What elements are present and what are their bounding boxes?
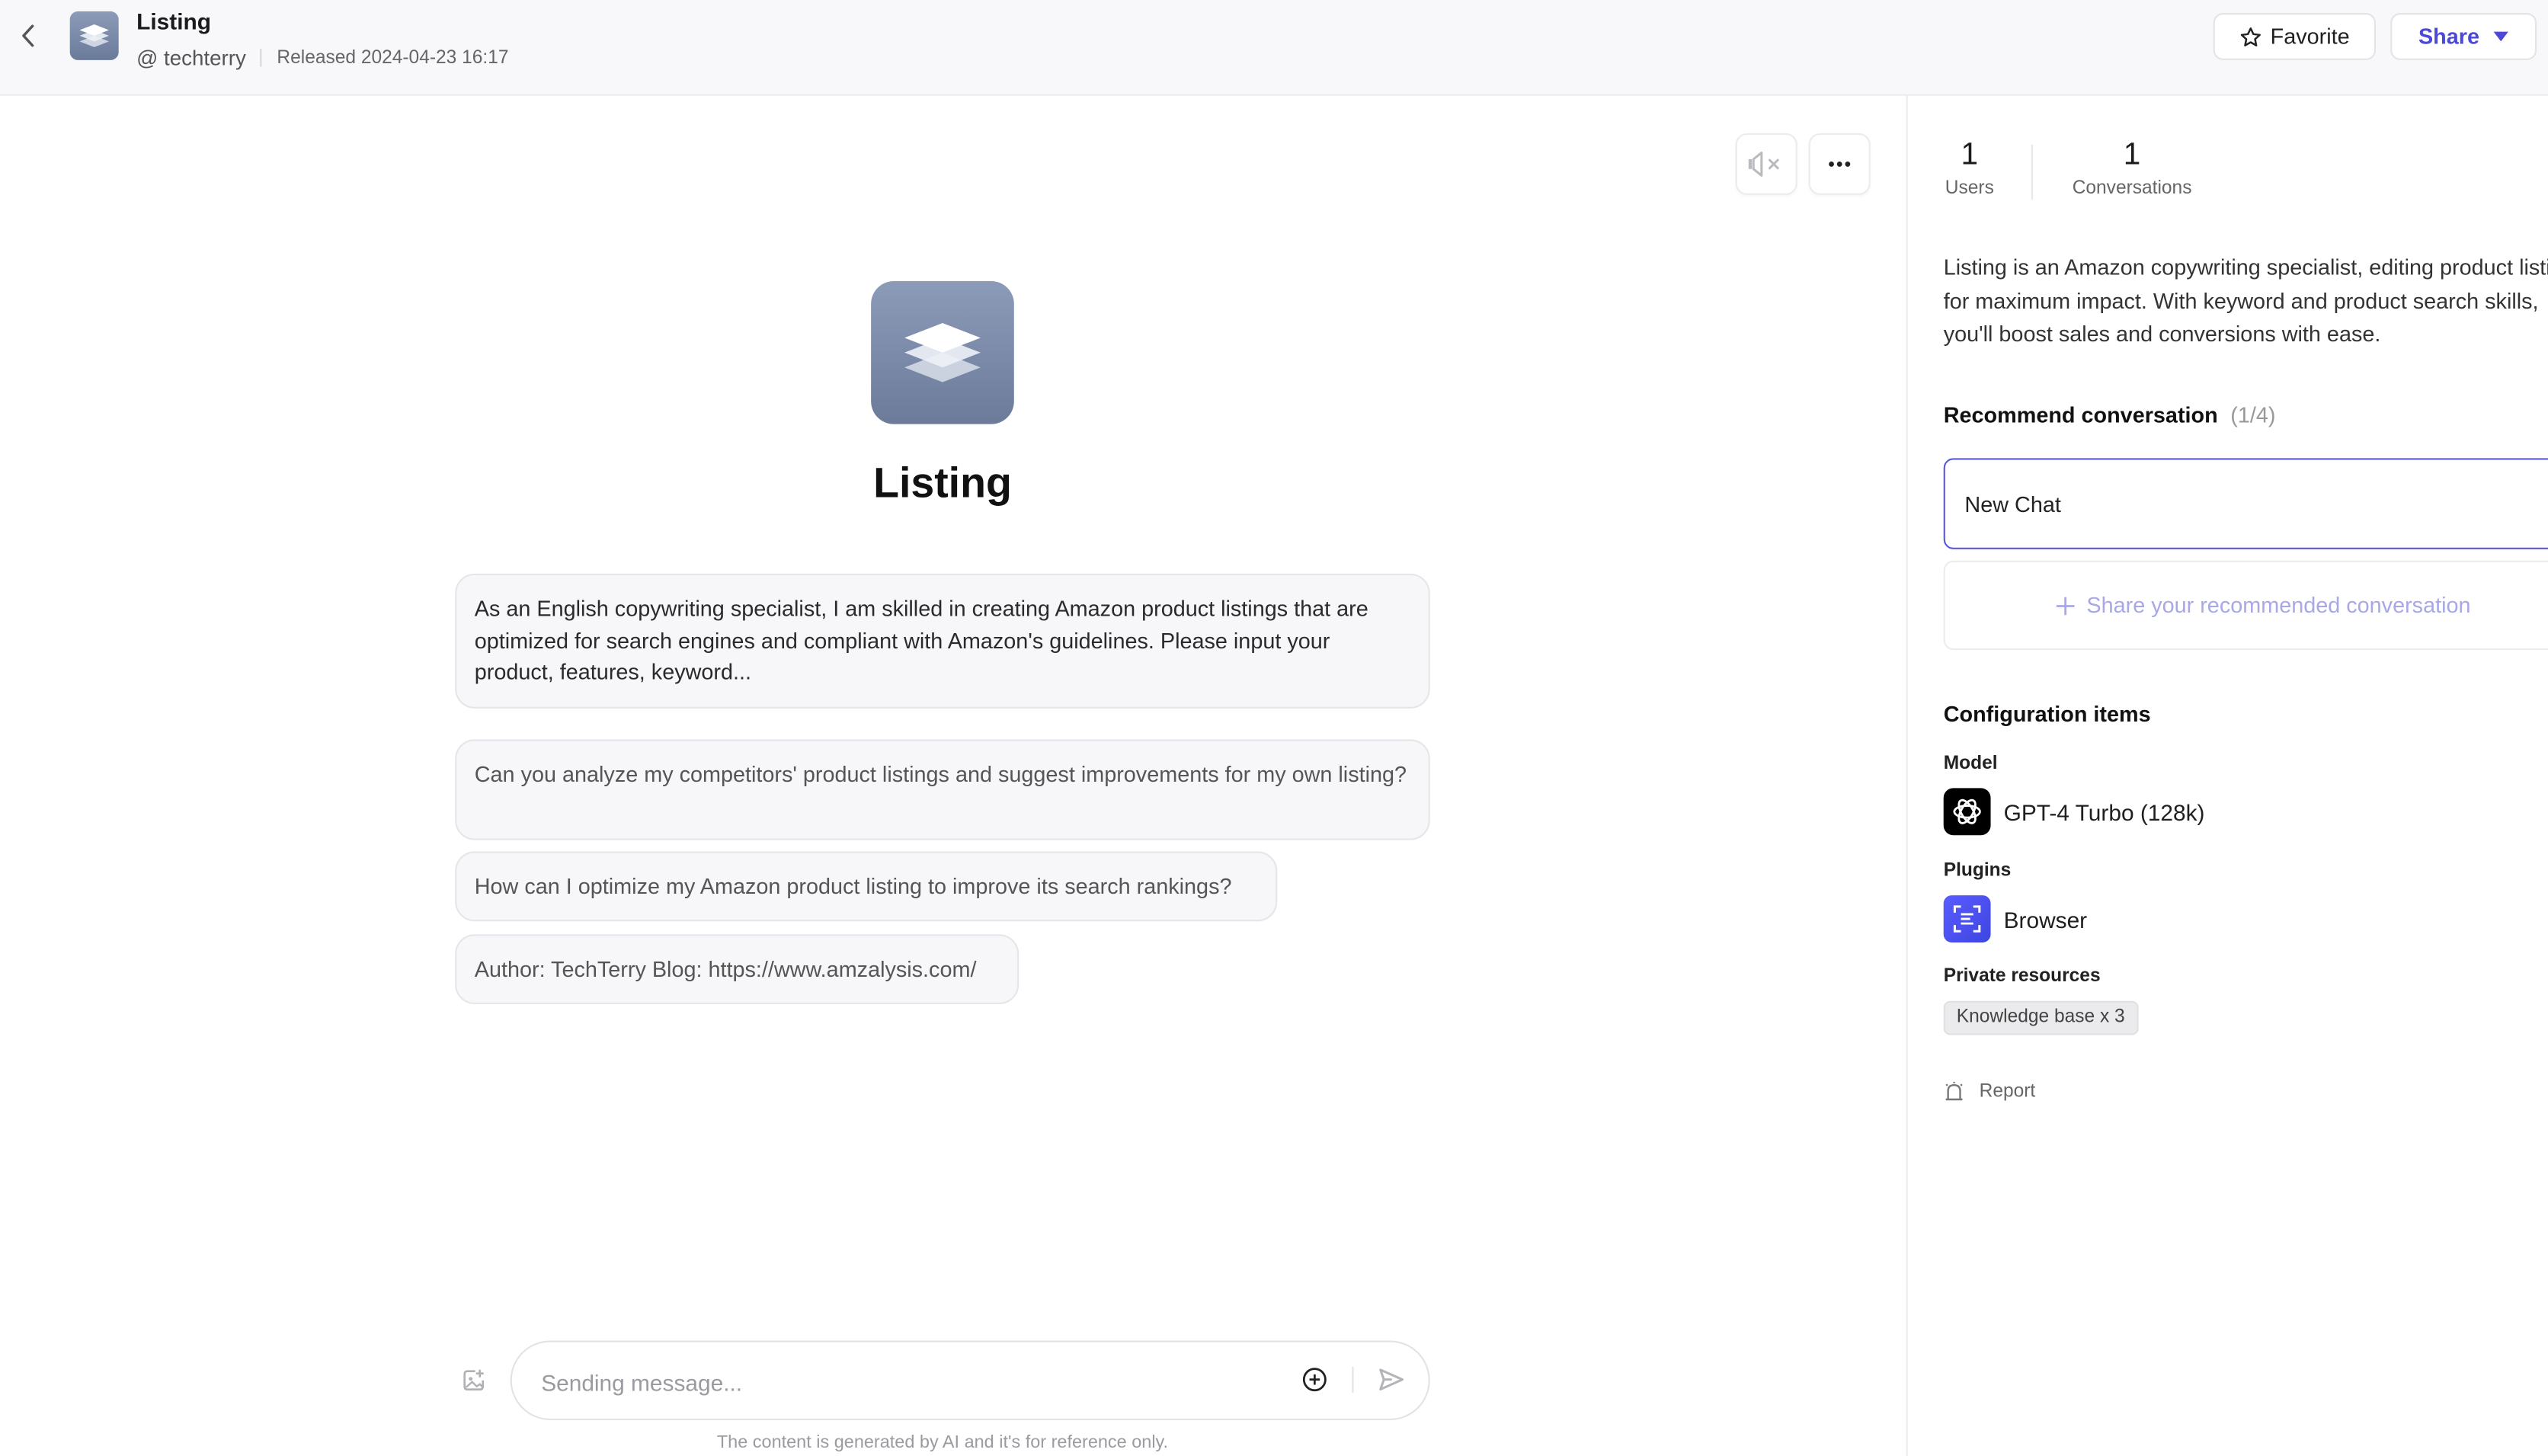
stat-users: 1 Users bbox=[1934, 138, 2005, 198]
model-label: Model bbox=[1943, 754, 1998, 774]
config-title: Configuration items bbox=[1943, 702, 2151, 727]
suggestion-item[interactable]: Author: TechTerry Blog: https://www.amza… bbox=[455, 934, 1020, 1005]
send-icon bbox=[1379, 1368, 1404, 1390]
suggestion-item[interactable]: How can I optimize my Amazon product lis… bbox=[455, 851, 1278, 922]
model-item: GPT-4 Turbo (128k) bbox=[1943, 788, 2205, 836]
recommend-count: (1/4) bbox=[2230, 402, 2276, 427]
chat-main: Listing As an English copywriting specia… bbox=[0, 95, 1906, 1456]
share-recommend-button[interactable]: Share your recommended conversation bbox=[1943, 560, 2548, 651]
plugins-label: Plugins bbox=[1943, 861, 2012, 881]
report-button[interactable]: Report bbox=[1944, 1080, 2036, 1102]
knowledge-base-tag: Knowledge base x 3 bbox=[1943, 1000, 2138, 1035]
plus-icon bbox=[2056, 596, 2075, 615]
mute-button[interactable] bbox=[1735, 133, 1797, 195]
share-button[interactable]: Share bbox=[2390, 13, 2537, 60]
mute-icon bbox=[1748, 151, 1779, 177]
agent-description: Listing is an Amazon copywriting special… bbox=[1944, 252, 2548, 353]
caret-down-icon bbox=[2493, 31, 2508, 42]
recommend-heading: Recommend conversation (1/4) bbox=[1944, 403, 2276, 427]
favorite-label: Favorite bbox=[2270, 24, 2350, 49]
info-sidebar: 1 Users 1 Conversations Listing is an Am… bbox=[1907, 95, 2548, 1456]
stat-conversations: 1 Conversations bbox=[2064, 138, 2201, 198]
report-label: Report bbox=[1979, 1081, 2036, 1101]
plugin-name: Browser bbox=[2003, 905, 2088, 933]
attach-button[interactable] bbox=[1300, 1365, 1329, 1394]
send-divider bbox=[1352, 1366, 1354, 1393]
image-tool-icon bbox=[463, 1368, 483, 1390]
layers-icon bbox=[904, 322, 981, 382]
stat-divider bbox=[2031, 144, 2034, 200]
image-tool-button[interactable] bbox=[460, 1367, 486, 1393]
more-icon bbox=[1829, 161, 1851, 167]
back-button[interactable] bbox=[13, 20, 46, 53]
attach-plus-icon bbox=[1302, 1368, 1327, 1392]
model-name: GPT-4 Turbo (128k) bbox=[2003, 798, 2205, 825]
stat-label: Users bbox=[1945, 178, 1994, 199]
top-header: Listing @ techterry Released 2024-04-23 … bbox=[0, 0, 2548, 96]
plugin-item: Browser bbox=[1943, 895, 2088, 942]
share-recommend-label: Share your recommended conversation bbox=[2086, 593, 2471, 618]
meta-divider bbox=[261, 48, 263, 67]
app-title: Listing bbox=[136, 8, 212, 34]
description-line: Listing is an Amazon copywriting special… bbox=[1943, 254, 2548, 280]
send-button[interactable] bbox=[1375, 1363, 1407, 1396]
suggestion-item[interactable]: Can you analyze my competitors' product … bbox=[455, 739, 1430, 840]
recommend-item[interactable]: New Chat bbox=[1943, 458, 2548, 549]
star-icon bbox=[2240, 26, 2262, 46]
layers-icon bbox=[79, 24, 109, 47]
app-avatar bbox=[69, 11, 119, 60]
back-arrow-icon bbox=[22, 24, 34, 47]
release-date: Released 2024-04-23 16:17 bbox=[277, 47, 509, 68]
description-line: you'll boost sales and conversions with … bbox=[1943, 322, 2381, 347]
author-link[interactable]: @ techterry bbox=[136, 46, 246, 70]
favorite-button[interactable]: Favorite bbox=[2213, 13, 2377, 60]
alarm-icon bbox=[1945, 1081, 1963, 1101]
agent-avatar bbox=[871, 280, 1014, 424]
browser-plugin-icon bbox=[1943, 895, 1991, 942]
share-label: Share bbox=[2418, 24, 2480, 49]
recommend-item-label: New Chat bbox=[1964, 491, 2061, 517]
ai-disclaimer: The content is generated by AI and it's … bbox=[716, 1433, 1169, 1453]
more-button[interactable] bbox=[1808, 133, 1871, 195]
stat-value: 1 bbox=[2123, 138, 2141, 173]
openai-icon bbox=[1943, 788, 1991, 836]
recommend-title: Recommend conversation bbox=[1943, 402, 2218, 427]
agent-name: Listing bbox=[873, 458, 1012, 507]
stat-label: Conversations bbox=[2072, 178, 2192, 199]
message-input[interactable] bbox=[537, 1365, 1292, 1401]
app-meta: @ techterry Released 2024-04-23 16:17 bbox=[136, 46, 508, 70]
private-resources-label: Private resources bbox=[1943, 966, 2101, 987]
description-line: for maximum impact. With keyword and pro… bbox=[1943, 288, 2539, 313]
intro-message: As an English copywriting specialist, I … bbox=[455, 573, 1430, 709]
message-composer bbox=[510, 1340, 1430, 1420]
app-viewport: Listing @ techterry Released 2024-04-23 … bbox=[0, 0, 2548, 1456]
stat-value: 1 bbox=[1961, 138, 1979, 173]
